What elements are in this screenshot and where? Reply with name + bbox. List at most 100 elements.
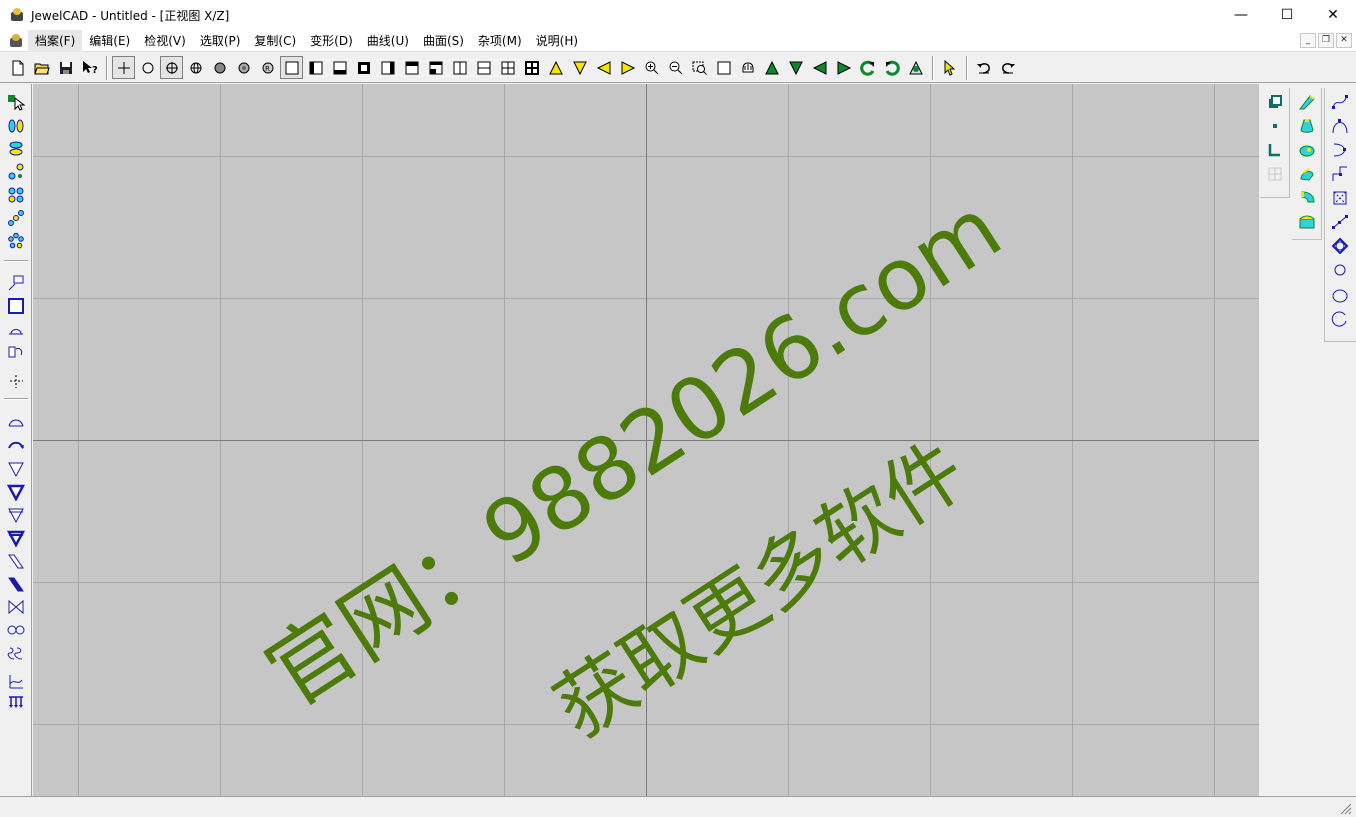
wireframe-display-button[interactable] [136, 56, 159, 79]
document-restore-button[interactable]: ❐ [1318, 33, 1334, 48]
deform-wave-button[interactable] [5, 642, 27, 664]
document-minimize-button[interactable]: _ [1300, 33, 1316, 48]
resize-grip-icon[interactable] [1338, 801, 1352, 815]
select-pointer-button[interactable] [938, 56, 961, 79]
menu-file[interactable]: 档案(F) [28, 29, 83, 52]
curve-ellipse-button[interactable] [1329, 285, 1351, 307]
render-display-button[interactable]: R [256, 56, 279, 79]
surface-revolve-button[interactable] [1296, 115, 1318, 137]
surface-cover-button[interactable] [1296, 211, 1318, 233]
deform-taper-button[interactable] [5, 458, 27, 480]
deform-loop-button[interactable] [5, 619, 27, 641]
zoom-extents-button[interactable] [712, 56, 735, 79]
wire-with-axis-button[interactable] [160, 56, 183, 79]
redo-button[interactable] [996, 56, 1019, 79]
surface-tube-button[interactable] [1296, 187, 1318, 209]
open-file-button[interactable] [30, 56, 53, 79]
mesh-display-button[interactable] [184, 56, 207, 79]
move-left-button[interactable] [808, 56, 831, 79]
curve-step-button[interactable] [1329, 163, 1351, 185]
view-bottom-half-button[interactable] [328, 56, 351, 79]
menu-surface[interactable]: 曲面(S) [416, 30, 471, 52]
pan-view-button[interactable] [736, 56, 759, 79]
view-quad-bold-button[interactable] [520, 56, 543, 79]
view-top-half-button[interactable] [400, 56, 423, 79]
move-right-button[interactable] [832, 56, 855, 79]
edit-axis-button[interactable] [5, 370, 27, 392]
curve-arc-button[interactable] [1329, 115, 1351, 137]
context-help-button[interactable]: ? [78, 56, 101, 79]
view-corner-button[interactable] [424, 56, 447, 79]
deform-pinch-button[interactable] [5, 596, 27, 618]
deform-scale-button[interactable] [5, 504, 27, 526]
select-ring-button[interactable] [5, 230, 27, 252]
deform-shear-bold-button[interactable] [5, 573, 27, 595]
curve-circle-small-button[interactable] [1329, 259, 1351, 281]
rotate-up-button[interactable] [544, 56, 567, 79]
view-grid-disabled-button[interactable] [1264, 163, 1286, 185]
rotate-down-button[interactable] [568, 56, 591, 79]
view-right-half-button[interactable] [376, 56, 399, 79]
curve-free-button[interactable] [1329, 91, 1351, 113]
zoom-out-button[interactable] [664, 56, 687, 79]
point-display-button[interactable] [112, 56, 135, 79]
rotate-right-button[interactable] [616, 56, 639, 79]
deform-path-button[interactable] [5, 670, 27, 692]
document-close-button[interactable]: ✕ [1336, 33, 1352, 48]
select-grid-button[interactable] [5, 184, 27, 206]
view-corner-button-right[interactable] [1264, 139, 1286, 161]
surface-extrude-button[interactable] [1296, 91, 1318, 113]
document-icon[interactable] [8, 33, 24, 49]
front-view-canvas[interactable] [33, 84, 1259, 796]
move-down-button[interactable] [784, 56, 807, 79]
menu-view[interactable]: 检视(V) [137, 30, 193, 52]
zoom-in-button[interactable] [640, 56, 663, 79]
minimize-button[interactable]: — [1218, 0, 1264, 30]
view-split-vertical-button[interactable] [448, 56, 471, 79]
menu-copy[interactable]: 复制(C) [247, 30, 303, 52]
select-object-button[interactable] [5, 92, 27, 114]
menu-deform[interactable]: 变形(D) [303, 30, 360, 52]
zoom-window-button[interactable] [688, 56, 711, 79]
new-file-button[interactable] [6, 56, 29, 79]
view-split-horizontal-button[interactable] [472, 56, 495, 79]
view-frame-button[interactable] [352, 56, 375, 79]
close-button[interactable]: ✕ [1310, 0, 1356, 30]
select-diagonal-button[interactable] [5, 161, 27, 183]
deform-bend-button[interactable] [5, 412, 27, 434]
curve-box-button[interactable] [1329, 187, 1351, 209]
deform-scale-bold-button[interactable] [5, 527, 27, 549]
surface-loft-button[interactable] [1296, 163, 1318, 185]
undo-button[interactable] [972, 56, 995, 79]
curve-open-circle-button[interactable] [1329, 308, 1351, 330]
menu-misc[interactable]: 杂项(M) [471, 30, 529, 52]
deform-taper-fill-button[interactable] [5, 481, 27, 503]
edit-point-button[interactable] [5, 272, 27, 294]
deform-twist-button[interactable] [5, 435, 27, 457]
spin-ccw-button[interactable] [856, 56, 879, 79]
edit-rotate-button[interactable] [5, 341, 27, 363]
rotate-left-button[interactable] [592, 56, 615, 79]
view-single-button[interactable] [280, 56, 303, 79]
view-copy-button[interactable] [1264, 91, 1286, 113]
menu-help[interactable]: 说明(H) [529, 30, 585, 52]
select-chain-button[interactable] [5, 207, 27, 229]
select-pair-button[interactable] [5, 115, 27, 137]
menu-curve[interactable]: 曲线(U) [360, 30, 416, 52]
select-stack-button[interactable] [5, 138, 27, 160]
curve-polygon-button[interactable] [1329, 235, 1351, 257]
jewelcad-app-icon[interactable] [9, 7, 25, 23]
edit-frame-button[interactable] [5, 295, 27, 317]
smooth-display-button[interactable] [232, 56, 255, 79]
spin-cw-button[interactable] [880, 56, 903, 79]
shaded-display-button[interactable] [208, 56, 231, 79]
curve-line-button[interactable] [1329, 211, 1351, 233]
view-angle-button[interactable] [904, 56, 927, 79]
move-up-button[interactable] [760, 56, 783, 79]
menu-edit[interactable]: 编辑(E) [82, 30, 137, 52]
view-left-half-button[interactable] [304, 56, 327, 79]
maximize-button[interactable]: ☐ [1264, 0, 1310, 30]
surface-sweep-button[interactable] [1296, 139, 1318, 161]
view-quad-button[interactable] [496, 56, 519, 79]
edit-profile-button[interactable] [5, 318, 27, 340]
